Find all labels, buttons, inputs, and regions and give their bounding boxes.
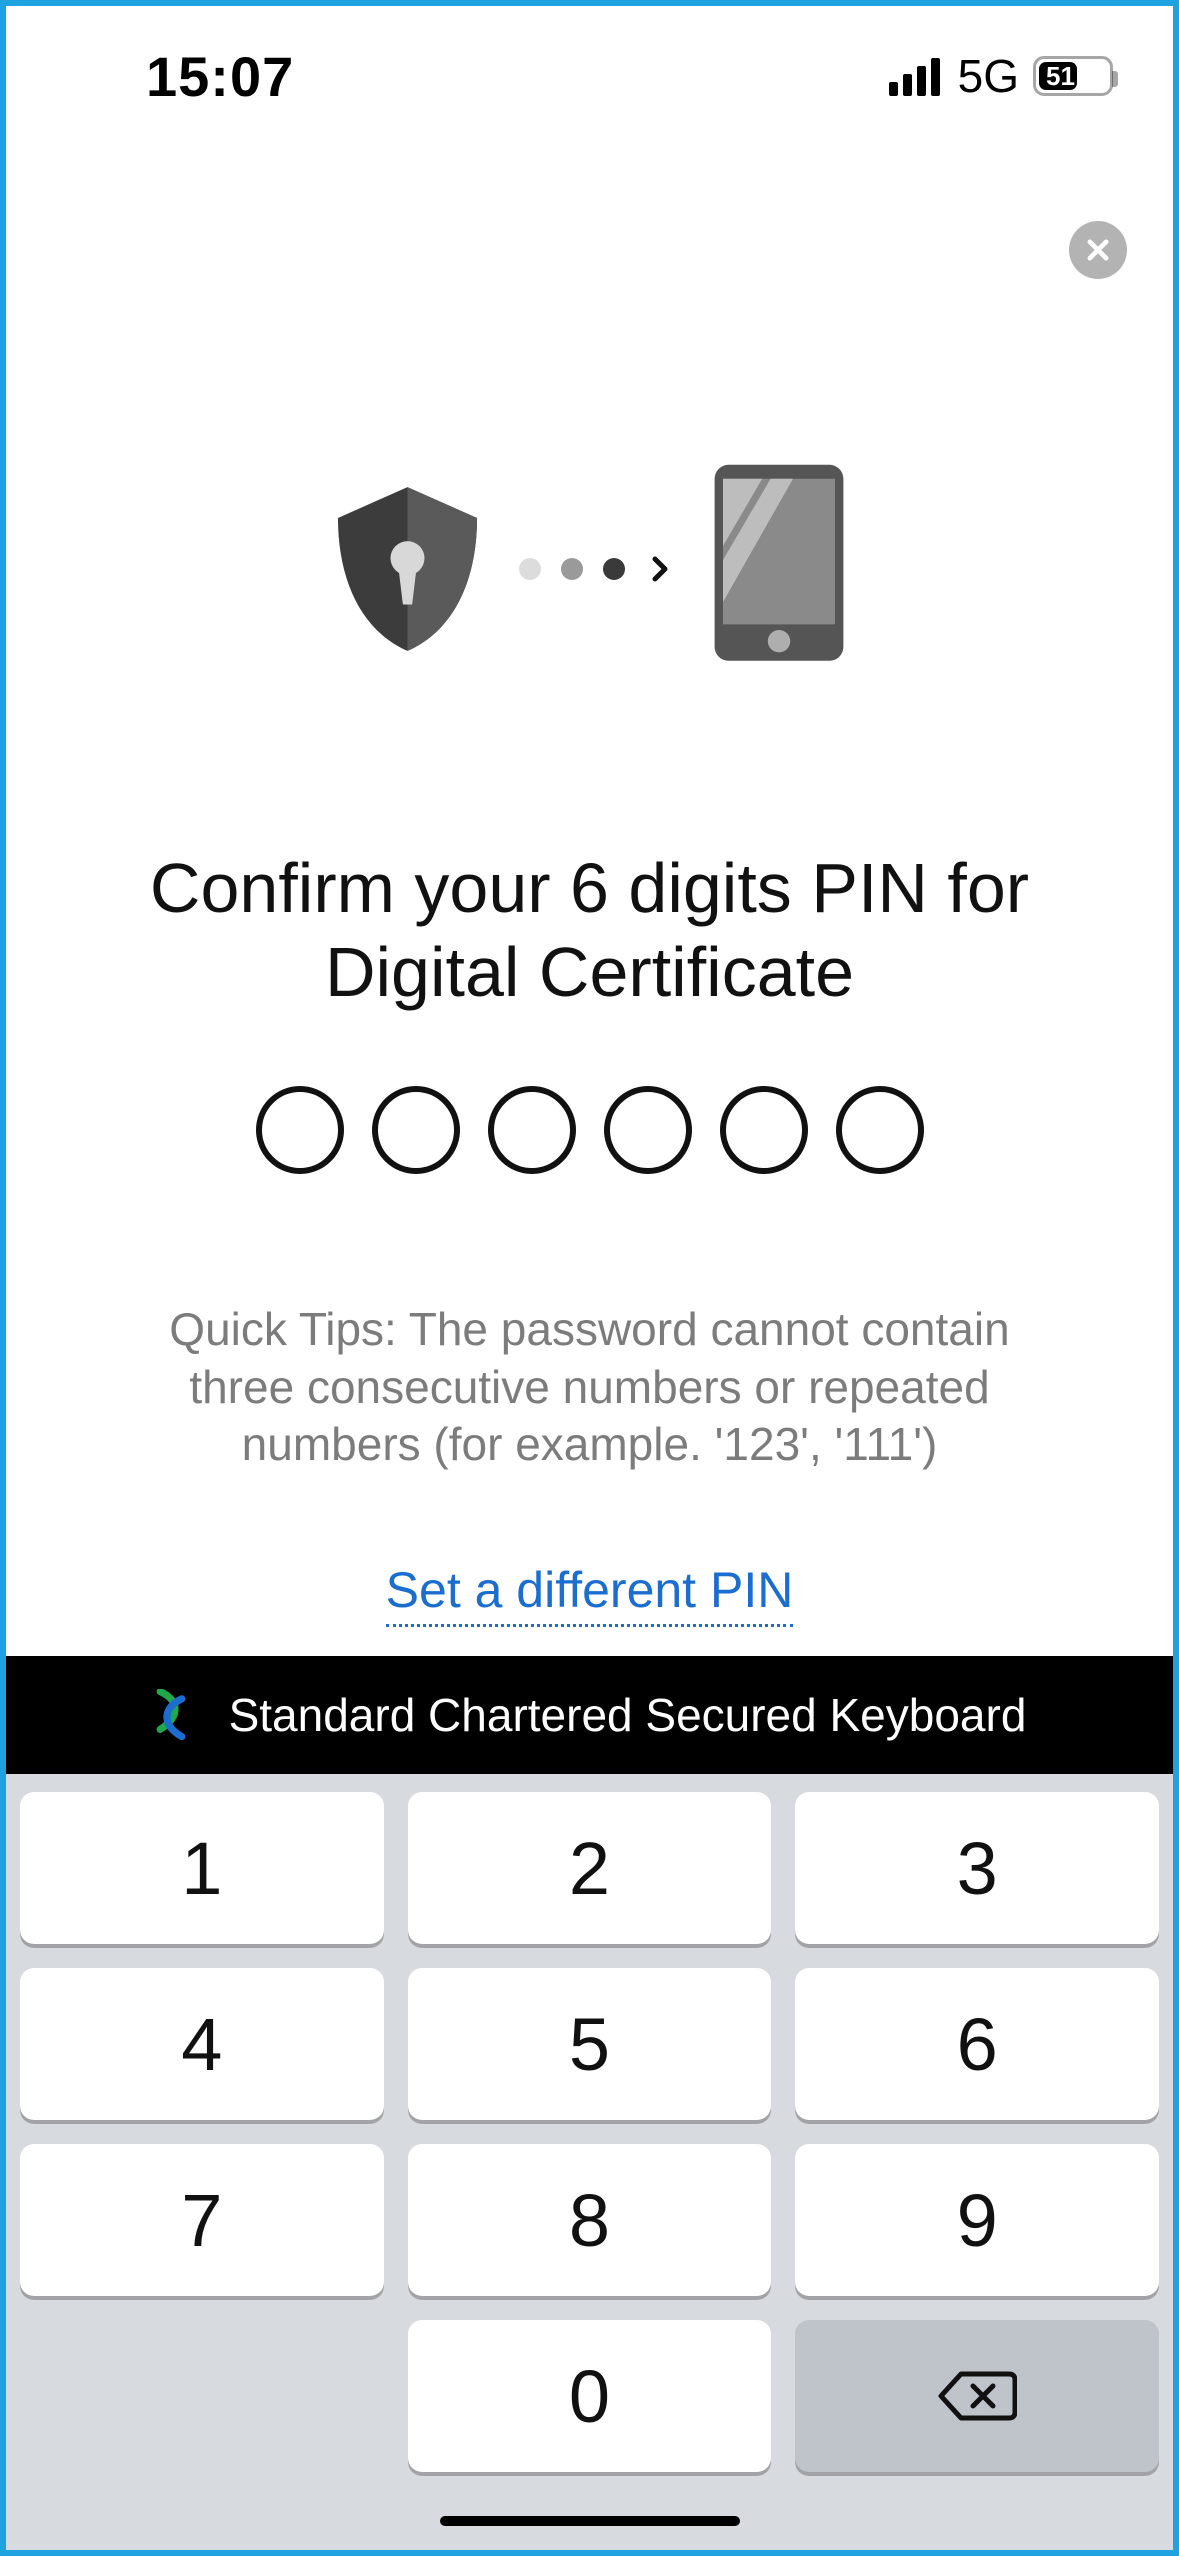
pin-dot	[836, 1086, 924, 1174]
set-different-pin-label: Set a different PIN	[386, 1562, 794, 1627]
key-3[interactable]: 3	[795, 1792, 1159, 1944]
keypad: 1 2 3 4 5 6 7 8 9 0	[6, 1774, 1173, 2550]
status-right: 5G 51	[889, 49, 1113, 103]
key-7[interactable]: 7	[20, 2144, 384, 2296]
pin-dot	[256, 1086, 344, 1174]
shield-lock-icon	[330, 484, 485, 654]
key-9[interactable]: 9	[795, 2144, 1159, 2296]
key-5[interactable]: 5	[408, 1968, 772, 2120]
network-label: 5G	[958, 49, 1019, 103]
key-backspace[interactable]	[795, 2320, 1159, 2472]
battery-percent: 51	[1036, 61, 1110, 92]
close-icon	[1084, 236, 1112, 264]
pin-dot	[372, 1086, 460, 1174]
tips-text: Quick Tips: The password cannot contain …	[6, 1301, 1173, 1474]
sc-logo-icon	[153, 1689, 189, 1741]
pin-dot	[720, 1086, 808, 1174]
key-0[interactable]: 0	[408, 2320, 772, 2472]
key-6[interactable]: 6	[795, 1968, 1159, 2120]
chevron-right-icon	[645, 554, 675, 584]
keyboard-header: Standard Chartered Secured Keyboard	[6, 1656, 1173, 1774]
status-time: 15:07	[146, 44, 294, 109]
illustration	[6, 471, 1173, 666]
close-button[interactable]	[1069, 221, 1127, 279]
backspace-icon	[937, 2370, 1017, 2422]
key-2[interactable]: 2	[408, 1792, 772, 1944]
pin-input[interactable]	[6, 1086, 1173, 1174]
screen: 15:07 5G 51	[0, 0, 1179, 2556]
page-title: Confirm your 6 digits PIN for Digital Ce…	[6, 846, 1173, 1014]
key-4[interactable]: 4	[20, 1968, 384, 2120]
status-bar: 15:07 5G 51	[6, 6, 1173, 146]
key-blank	[20, 2320, 384, 2472]
keyboard-header-label: Standard Chartered Secured Keyboard	[229, 1688, 1027, 1742]
set-different-pin-link[interactable]: Set a different PIN	[6, 1561, 1173, 1619]
signal-icon	[889, 56, 940, 96]
pin-dot	[604, 1086, 692, 1174]
transfer-dots-icon	[519, 554, 675, 584]
battery-icon: 51	[1033, 56, 1113, 96]
key-1[interactable]: 1	[20, 1792, 384, 1944]
key-8[interactable]: 8	[408, 2144, 772, 2296]
home-indicator[interactable]	[440, 2516, 740, 2526]
pin-dot	[488, 1086, 576, 1174]
phone-icon	[709, 461, 849, 666]
